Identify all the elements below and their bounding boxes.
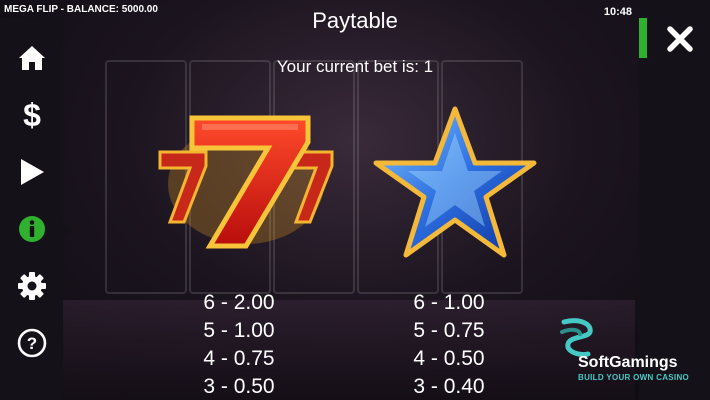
help-icon: ? [17, 328, 46, 358]
background-floor [63, 300, 635, 400]
page-title: Paytable [312, 8, 398, 33]
paytable-screen: MEGA FLIP - BALANCE: 5000.00 10:48 $ ? P… [0, 0, 710, 400]
close-button[interactable] [665, 24, 695, 54]
clock: 10:48 [603, 6, 632, 18]
brand-tagline: BUILD YOUR OWN CASINO [578, 373, 690, 382]
softgamings-logo: SoftGamings BUILD YOUR OWN CASINO [558, 318, 708, 388]
play-icon [20, 159, 44, 185]
info-icon [18, 216, 45, 242]
bet-button[interactable]: $ [0, 91, 63, 139]
dollar-icon: $ [23, 98, 41, 132]
brand-name: SoftGamings [578, 354, 678, 371]
star-payouts: 6 - 1.00 5 - 0.75 4 - 0.50 3 - 0.40 [384, 289, 514, 400]
help-button[interactable]: ? [0, 319, 63, 367]
blue-star-icon [373, 106, 537, 258]
close-icon [667, 26, 693, 52]
autoplay-button[interactable] [0, 148, 63, 196]
settings-button[interactable] [0, 262, 63, 310]
payout-row: 6 - 2.00 [203, 291, 275, 314]
payout-row: 3 - 0.40 [413, 375, 485, 398]
seven-payouts: 6 - 2.00 5 - 1.00 4 - 0.75 3 - 0.50 [174, 289, 304, 400]
active-indicator [639, 18, 647, 58]
payout-row: 3 - 0.50 [203, 375, 275, 398]
home-button[interactable] [0, 34, 63, 82]
current-bet-label: Your current bet is: 1 [276, 57, 434, 76]
home-icon [18, 46, 45, 70]
svg-text:$: $ [23, 98, 41, 132]
lucky-seven-icon [158, 115, 334, 249]
info-button[interactable] [0, 205, 72, 253]
game-balance-label: MEGA FLIP - BALANCE: 5000.00 [4, 4, 158, 15]
side-menu: $ ? [0, 18, 72, 400]
gear-icon [17, 272, 46, 300]
payout-row: 5 - 1.00 [203, 319, 275, 342]
payout-row: 4 - 0.50 [413, 347, 485, 370]
payout-row: 6 - 1.00 [413, 291, 485, 314]
payout-row: 4 - 0.75 [203, 347, 275, 370]
svg-text:?: ? [26, 334, 36, 353]
payout-row: 5 - 0.75 [413, 319, 485, 342]
softgamings-mark-icon [560, 318, 593, 357]
